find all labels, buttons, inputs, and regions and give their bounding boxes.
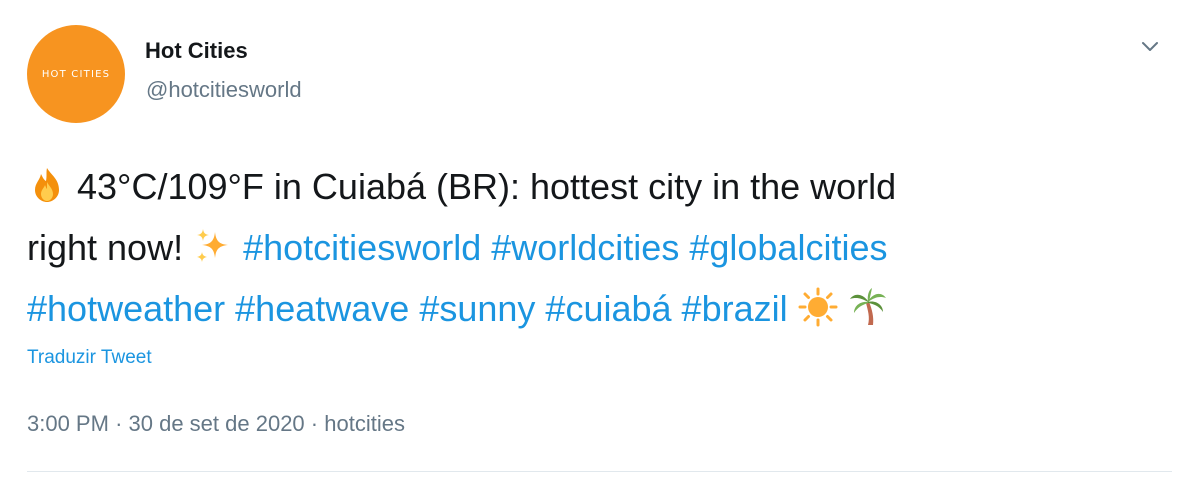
hashtag-link[interactable]: #brazil (682, 288, 788, 329)
divider (27, 471, 1172, 472)
hashtag-link[interactable]: #globalcities (689, 227, 887, 268)
hashtag-link[interactable]: #worldcities (491, 227, 679, 268)
tweet-text: 43°C/109°F in Cuiabá (BR): hottest city … (27, 156, 1177, 339)
hashtag-link[interactable]: #sunny (419, 288, 535, 329)
palm-tree-icon (848, 287, 888, 327)
chevron-down-icon[interactable] (1140, 40, 1160, 54)
tweet-time[interactable]: 3:00 PM (27, 411, 109, 436)
tweet-metadata: 3:00 PM · 30 de set de 2020 · hotcities (27, 411, 405, 437)
hashtag-link[interactable]: #hotweather (27, 288, 225, 329)
fire-icon (27, 165, 67, 205)
tweet-line-1: 43°C/109°F in Cuiabá (BR): hottest city … (27, 156, 1177, 217)
avatar[interactable]: HOT CITIES (27, 25, 125, 123)
avatar-logo-text: HOT CITIES (41, 68, 111, 80)
tweet-line-3: #hotweather #heatwave #sunny #cuiabá #br… (27, 278, 1177, 339)
tweet-date[interactable]: 30 de set de 2020 (129, 411, 305, 436)
tweet-line-1-text: 43°C/109°F in Cuiabá (BR): hottest city … (77, 166, 897, 207)
tweet-line-2: right now! #hotcitiesworld #worldcities … (27, 217, 1177, 278)
meta-separator: · (310, 411, 319, 436)
author-display-name[interactable]: Hot Cities (145, 38, 248, 64)
sparkles-icon (193, 226, 233, 266)
tweet-line-2-text: right now! (27, 227, 184, 268)
sun-icon (798, 287, 838, 327)
hashtag-link[interactable]: #cuiabá (545, 288, 671, 329)
hashtag-link[interactable]: #hotcitiesworld (243, 227, 481, 268)
translate-tweet-link[interactable]: Traduzir Tweet (27, 347, 152, 369)
author-handle[interactable]: @hotcitiesworld (146, 77, 302, 103)
tweet-source[interactable]: hotcities (324, 411, 405, 436)
meta-separator: · (115, 411, 123, 436)
tweet-card: HOT CITIES Hot Cities @hotcitiesworld 43… (0, 0, 1200, 484)
hashtag-link[interactable]: #heatwave (235, 288, 409, 329)
